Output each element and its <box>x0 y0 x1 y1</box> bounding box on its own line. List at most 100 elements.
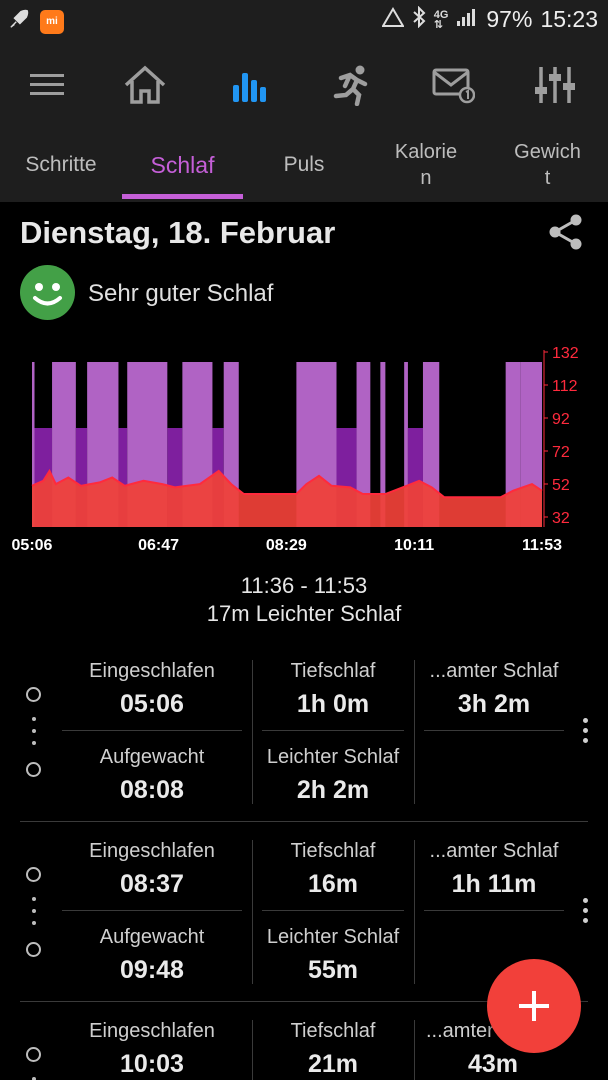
total-sleep-cell: ...amter Schlaf 3h 2m <box>424 660 564 719</box>
asleep-cell: Eingeschlafen 08:37 <box>62 840 242 899</box>
menu-icon[interactable] <box>22 60 72 110</box>
light-sleep-cell: Leichter Schlaf 2h 2m <box>262 746 404 805</box>
light-sleep-label: Leichter Schlaf <box>266 746 400 768</box>
session-separator <box>20 821 588 822</box>
asleep-label: Eingeschlafen <box>89 660 215 682</box>
x-tick-label: 11:53 <box>522 537 562 554</box>
add-sleep-button[interactable] <box>487 959 581 1053</box>
woke-value: 08:08 <box>120 776 184 804</box>
date-title: Dienstag, 18. Februar <box>20 215 336 250</box>
asleep-value: 10:03 <box>120 1050 184 1078</box>
clock: 15:23 <box>540 6 598 32</box>
x-tick-label: 10:11 <box>394 537 434 554</box>
deep-sleep-value: 21m <box>307 1050 359 1078</box>
x-tick-label: 06:47 <box>138 537 179 554</box>
divider <box>424 730 564 731</box>
deep-sleep-value: 16m <box>307 870 359 898</box>
divider <box>62 910 242 911</box>
connector-dot <box>32 729 36 733</box>
sleep-quality-label: Sehr guter Schlaf <box>88 280 274 307</box>
divider <box>62 730 242 731</box>
light-sleep-value: 55m <box>307 956 359 984</box>
woke-label: Aufgewacht <box>99 746 205 768</box>
battery-level: 97% <box>486 6 533 32</box>
y-tick-label: 32 <box>552 510 570 527</box>
sleep-chart[interactable]: 132 112 92 72 52 32 05:06 06:47 08:29 10:11 11:53 <box>0 330 608 560</box>
selected-time-range: 11:36 - 11:53 <box>240 573 368 598</box>
connector-dot <box>32 717 36 721</box>
deep-sleep-value: 1h 0m <box>296 690 370 718</box>
tab-kalorien[interactable]: Kalorie n <box>365 128 487 202</box>
bar-chart-icon[interactable] <box>224 60 274 110</box>
tab-gewicht[interactable]: Gewich t <box>487 128 608 202</box>
tab-bar: Schritte Schlaf Puls Kalorie n Gewich t <box>0 128 608 202</box>
divider <box>252 840 253 984</box>
asleep-label: Eingeschlafen <box>89 1020 215 1042</box>
more-options-icon[interactable] <box>583 718 589 748</box>
bluetooth-icon <box>412 5 426 33</box>
deep-sleep-cell: Tiefschlaf 21m <box>262 1020 404 1079</box>
asleep-value: 08:37 <box>120 870 184 898</box>
total-sleep-value: 1h 11m <box>451 870 537 898</box>
divider <box>414 660 415 804</box>
light-sleep-cell: Leichter Schlaf 55m <box>262 926 404 985</box>
deep-sleep-label: Tiefschlaf <box>290 840 376 862</box>
deep-sleep-cell: Tiefschlaf 16m <box>262 840 404 899</box>
home-icon[interactable] <box>120 60 170 110</box>
tab-puls[interactable]: Puls <box>243 128 365 202</box>
start-ring-icon <box>26 687 41 702</box>
y-tick-label: 112 <box>552 378 578 395</box>
asleep-label: Eingeschlafen <box>89 840 215 862</box>
total-sleep-value: 3h 2m <box>457 690 531 718</box>
mi-fit-icon: mi <box>40 9 64 34</box>
asleep-cell: Eingeschlafen 10:03 <box>62 1020 242 1079</box>
woke-cell: Aufgewacht 08:08 <box>62 746 242 805</box>
divider <box>424 910 564 911</box>
mail-notification-icon[interactable] <box>428 60 478 110</box>
runner-icon[interactable] <box>326 60 376 110</box>
total-sleep-value: 43m <box>468 1050 519 1078</box>
divider <box>252 660 253 804</box>
plus-icon <box>519 991 549 1021</box>
asleep-value: 05:06 <box>120 690 184 718</box>
connector-dot <box>32 921 36 925</box>
cell-signal-icon <box>456 6 478 33</box>
signal-icon <box>380 7 405 32</box>
share-icon[interactable] <box>546 212 586 252</box>
sleep-session-1[interactable]: Eingeschlafen 05:06 Tiefschlaf 1h 0m ...… <box>0 644 608 824</box>
equalizer-icon[interactable] <box>530 60 580 110</box>
divider <box>252 1020 253 1080</box>
woke-label: Aufgewacht <box>99 926 205 948</box>
active-tab-indicator <box>122 194 243 199</box>
y-tick-label: 132 <box>552 345 579 362</box>
tab-schlaf[interactable]: Schlaf <box>122 128 243 202</box>
x-tick-label: 05:06 <box>12 537 53 554</box>
divider <box>262 910 404 911</box>
more-options-icon[interactable] <box>583 898 589 928</box>
light-sleep-label: Leichter Schlaf <box>266 926 400 948</box>
asleep-cell: Eingeschlafen 05:06 <box>62 660 242 719</box>
app-bar <box>0 42 608 128</box>
x-tick-label: 08:29 <box>266 537 307 554</box>
rocket-icon <box>8 8 30 35</box>
connector-dot <box>32 897 36 901</box>
connector-dot <box>32 741 36 745</box>
y-tick-label: 72 <box>552 444 570 461</box>
network-label: 4G <box>433 8 449 21</box>
start-ring-icon <box>26 867 41 882</box>
divider <box>414 1020 415 1080</box>
smiley-icon <box>20 265 75 320</box>
y-tick-label: 52 <box>552 477 570 494</box>
deep-sleep-label: Tiefschlaf <box>290 660 376 682</box>
deep-sleep-cell: Tiefschlaf 1h 0m <box>262 660 404 719</box>
status-bar: mi 4G ⇅ 97% 15:23 <box>0 0 608 42</box>
start-ring-icon <box>26 1047 41 1062</box>
y-tick-label: 92 <box>552 411 570 428</box>
deep-sleep-label: Tiefschlaf <box>290 1020 376 1042</box>
end-ring-icon <box>26 942 41 957</box>
woke-cell: Aufgewacht 09:48 <box>62 926 242 985</box>
tab-schritte[interactable]: Schritte <box>0 128 122 202</box>
connector-dot <box>32 909 36 913</box>
divider <box>414 840 415 984</box>
woke-value: 09:48 <box>120 956 184 984</box>
